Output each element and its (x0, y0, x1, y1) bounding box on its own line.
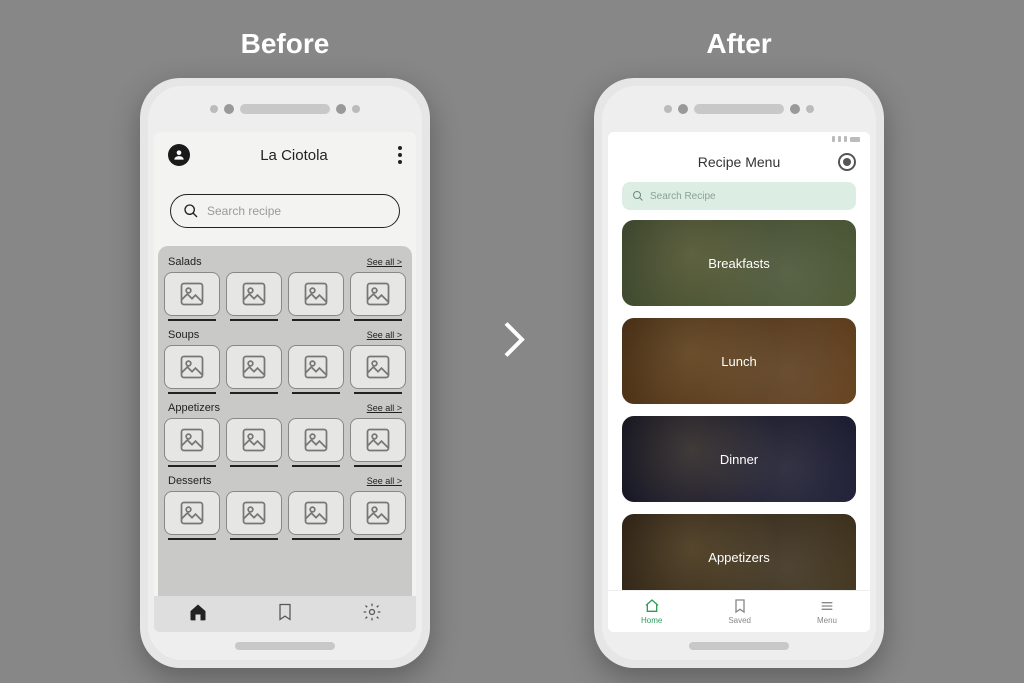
after-screen: Recipe Menu Search Recipe Breakfasts Lun… (608, 132, 870, 632)
see-all-link[interactable]: See all > (367, 257, 402, 267)
recipe-card[interactable] (288, 491, 344, 540)
saved-tab[interactable] (275, 602, 295, 627)
home-tab[interactable] (188, 602, 208, 627)
recipe-card[interactable] (226, 345, 282, 394)
search-icon (183, 203, 199, 219)
search-placeholder: Search Recipe (650, 191, 716, 202)
tab-label: Menu (817, 616, 837, 625)
category-label: Breakfasts (708, 256, 769, 271)
search-icon (632, 190, 644, 202)
recipe-card[interactable] (164, 491, 220, 540)
search-input[interactable]: Search recipe (170, 194, 400, 228)
category-card-appetizers[interactable]: Appetizers (622, 514, 856, 590)
recipe-card[interactable] (164, 272, 220, 321)
menu-tab[interactable]: Menu (817, 598, 837, 625)
after-label: After (706, 28, 771, 60)
menu-icon (819, 598, 835, 614)
phone-hardware-bottom (148, 632, 422, 660)
section-title: Desserts (168, 475, 211, 487)
section-title: Appetizers (168, 402, 220, 414)
profile-icon[interactable] (168, 144, 190, 166)
category-card-breakfasts[interactable]: Breakfasts (622, 220, 856, 306)
recipe-card[interactable] (164, 418, 220, 467)
see-all-link[interactable]: See all > (367, 403, 402, 413)
category-card-lunch[interactable]: Lunch (622, 318, 856, 404)
settings-tab[interactable] (362, 602, 382, 627)
category-label: Appetizers (708, 550, 769, 565)
recipe-card[interactable] (288, 272, 344, 321)
bookmark-icon (732, 598, 748, 614)
status-bar (608, 132, 870, 146)
recipe-row (164, 272, 406, 321)
recipe-card[interactable] (350, 272, 406, 321)
after-phone-mock: Recipe Menu Search Recipe Breakfasts Lun… (594, 78, 884, 668)
category-label: Lunch (721, 354, 756, 369)
tab-label: Saved (728, 616, 751, 625)
transition-arrow-icon (488, 315, 536, 368)
home-icon (644, 598, 660, 614)
recipe-card[interactable] (350, 491, 406, 540)
phone-hardware-top (148, 86, 422, 132)
before-app-title: La Ciotola (260, 147, 328, 164)
gear-icon (362, 602, 382, 622)
recipe-card[interactable] (350, 418, 406, 467)
search-placeholder: Search recipe (207, 204, 281, 218)
section-title: Soups (168, 329, 199, 341)
recipe-card[interactable] (226, 418, 282, 467)
search-input[interactable]: Search Recipe (622, 182, 856, 210)
recipe-row (164, 345, 406, 394)
see-all-link[interactable]: See all > (367, 330, 402, 340)
saved-tab[interactable]: Saved (728, 598, 751, 625)
section-title: Salads (168, 256, 202, 268)
home-icon (188, 602, 208, 622)
after-app-header: Recipe Menu (608, 146, 870, 178)
recipe-row (164, 491, 406, 540)
more-icon[interactable] (398, 146, 402, 164)
before-screen: La Ciotola Search recipe Salads Se (154, 132, 416, 632)
bookmark-icon (275, 602, 295, 622)
phone-hardware-top (602, 86, 876, 132)
after-app-title: Recipe Menu (698, 154, 781, 170)
see-all-link[interactable]: See all > (367, 476, 402, 486)
recipe-card[interactable] (350, 345, 406, 394)
before-app-header: La Ciotola (154, 132, 416, 172)
phone-hardware-bottom (602, 632, 876, 660)
category-label: Dinner (720, 452, 758, 467)
category-card-dinner[interactable]: Dinner (622, 416, 856, 502)
before-bottom-nav (154, 596, 416, 632)
profile-icon[interactable] (838, 153, 856, 171)
recipe-row (164, 418, 406, 467)
after-column: After Recipe Menu Search Recipe (594, 28, 884, 668)
before-content: Salads See all > Soups (158, 246, 412, 596)
before-label: Before (241, 28, 330, 60)
tab-label: Home (641, 616, 662, 625)
after-content: Breakfasts Lunch Dinner Appetizers (608, 220, 870, 590)
recipe-card[interactable] (226, 272, 282, 321)
recipe-card[interactable] (288, 345, 344, 394)
recipe-card[interactable] (164, 345, 220, 394)
before-column: Before La Ciotola (140, 28, 430, 668)
recipe-card[interactable] (226, 491, 282, 540)
image-placeholder-icon (178, 280, 206, 308)
after-bottom-nav: Home Saved Menu (608, 590, 870, 632)
before-phone-mock: La Ciotola Search recipe Salads Se (140, 78, 430, 668)
home-tab[interactable]: Home (641, 598, 662, 625)
recipe-card[interactable] (288, 418, 344, 467)
